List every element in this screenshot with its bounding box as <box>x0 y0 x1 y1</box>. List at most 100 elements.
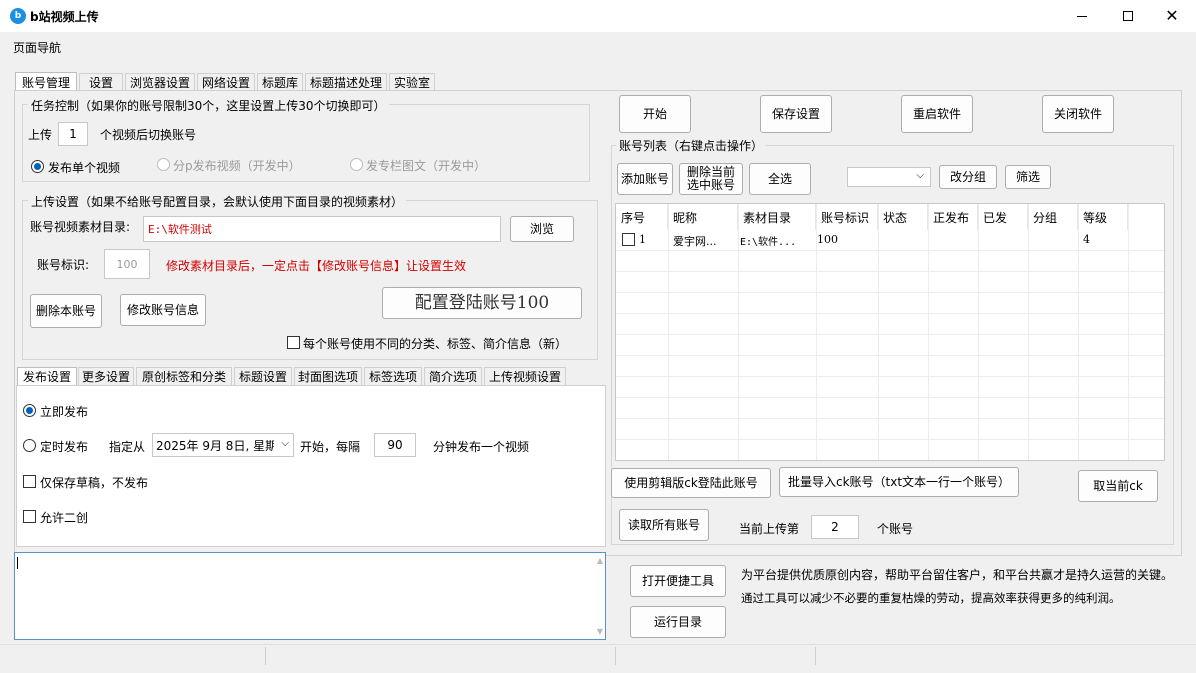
tab-lab[interactable]: 实验室 <box>389 73 435 91</box>
scroll-up-icon[interactable]: ▲ <box>597 556 603 565</box>
modify-account-button[interactable]: 修改账号信息 <box>120 294 206 326</box>
tab-cover-options[interactable]: 封面图选项 <box>294 367 362 385</box>
dir-input[interactable]: E:\软件测试 <box>143 216 501 242</box>
table-row[interactable]: 1 爱宇网... E:\软件... 100 4 <box>616 230 1164 251</box>
radio-single[interactable] <box>31 159 44 173</box>
publish-panel <box>16 385 606 547</box>
radio-column-label: 发专栏图文（开发中） <box>366 159 487 173</box>
per-account-label: 每个账号使用不同的分类、标签、简介信息（新） <box>303 337 568 351</box>
select-all-button[interactable]: 全选 <box>749 163 811 195</box>
batch-import-button[interactable]: 批量导入ck账号（txt文本一行一个账号） <box>779 467 1019 497</box>
col-group[interactable]: 分组 <box>1028 204 1078 230</box>
tab-more-settings[interactable]: 更多设置 <box>78 367 134 385</box>
log-textarea[interactable]: ▲ ▼ <box>14 552 606 640</box>
filter-button[interactable]: 筛选 <box>1005 165 1051 189</box>
tab-network-settings[interactable]: 网络设置 <box>197 73 255 91</box>
upload-count-input[interactable]: 1 <box>58 122 88 146</box>
draft-label: 仅保存草稿，不发布 <box>40 476 149 490</box>
ck-login-button[interactable]: 使用剪辑版ck登陆此账号 <box>611 468 771 498</box>
table-row-empty <box>616 377 1164 398</box>
date-picker[interactable]: 2025年 9月 8日, 星期 ⌵ <box>152 433 294 457</box>
minimize-icon[interactable] <box>1070 6 1094 26</box>
id-label: 账号标识: <box>37 258 90 272</box>
save-settings-button[interactable]: 保存设置 <box>760 95 832 133</box>
close-software-button[interactable]: 关闭软件 <box>1042 95 1114 133</box>
table-row-empty <box>616 440 1164 460</box>
tab-browser-settings[interactable]: 浏览器设置 <box>125 73 195 91</box>
col-status[interactable]: 状态 <box>878 204 928 230</box>
tab-title-settings[interactable]: 标题设置 <box>234 367 292 385</box>
tab-title-desc[interactable]: 标题描述处理 <box>305 73 387 91</box>
col-pub[interactable]: 正发布 <box>928 204 978 230</box>
tab-original-tags[interactable]: 原创标签和分类 <box>136 367 232 385</box>
dir-label: 账号视频素材目录: <box>30 220 131 234</box>
date-value: 2025年 9月 8日, 星期 <box>156 438 274 453</box>
table-row-empty <box>616 272 1164 293</box>
start-button[interactable]: 开始 <box>619 95 691 133</box>
interval-input[interactable]: 90 <box>374 433 416 457</box>
radio-column[interactable] <box>350 157 363 171</box>
read-all-button[interactable]: 读取所有账号 <box>619 509 709 541</box>
cell-nick: 爱宇网... <box>673 235 717 248</box>
tab-upload-video-settings[interactable]: 上传视频设置 <box>484 367 566 385</box>
close-icon[interactable]: ✕ <box>1160 4 1184 26</box>
browse-button[interactable]: 浏览 <box>510 216 574 242</box>
per-account-checkbox[interactable] <box>287 335 300 349</box>
radio-single-label: 发布单个视频 <box>48 161 121 175</box>
tab-publish-settings[interactable]: 发布设置 <box>17 367 77 385</box>
info-line-2: 通过工具可以减少不必要的重复枯燥的劳动，提高效率获得更多的纯利润。 <box>741 591 1121 605</box>
table-row-empty <box>616 314 1164 335</box>
tab-tag-options[interactable]: 标签选项 <box>364 367 422 385</box>
cell-level: 4 <box>1083 233 1090 246</box>
cell-id: 100 <box>817 233 838 246</box>
tab-account-management[interactable]: 账号管理 <box>15 72 77 92</box>
upload-prefix: 上传 <box>28 128 53 142</box>
radio-multi[interactable] <box>157 157 170 171</box>
col-no[interactable]: 序号 <box>616 204 668 230</box>
col-done[interactable]: 已发 <box>978 204 1028 230</box>
col-id[interactable]: 账号标识 <box>816 204 878 230</box>
radio-now-label: 立即发布 <box>40 405 89 419</box>
status-divider <box>265 647 266 665</box>
radio-now[interactable] <box>23 403 36 417</box>
delete-account-button[interactable]: 删除本账号 <box>30 294 102 328</box>
radio-multi-label: 分p发布视频（开发中） <box>173 159 301 173</box>
col-nick[interactable]: 昵称 <box>668 204 738 230</box>
col-level[interactable]: 等级 <box>1078 204 1128 230</box>
chevron-down-icon[interactable]: ⌵ <box>916 170 924 181</box>
scroll-down-icon[interactable]: ▼ <box>597 627 603 636</box>
add-account-button[interactable]: 添加账号 <box>617 163 673 195</box>
chevron-down-icon[interactable]: ⌵ <box>281 438 289 449</box>
tab-title-library[interactable]: 标题库 <box>257 73 303 91</box>
tab-settings[interactable]: 设置 <box>79 73 123 91</box>
col-extra <box>1128 204 1164 230</box>
radio-timed[interactable] <box>23 438 36 452</box>
info-line-1: 为平台提供优质原创内容，帮助平台留住客户，和平台共赢才是持久运营的关键。 <box>741 568 1174 582</box>
change-group-button[interactable]: 改分组 <box>939 165 997 189</box>
task-control-label: 任务控制（如果你的账号限制30个，这里设置上传30个切换即可） <box>28 97 389 114</box>
allow-checkbox[interactable] <box>23 509 36 523</box>
status-divider <box>815 647 816 665</box>
account-table[interactable]: 序号 昵称 素材目录 账号标识 状态 正发布 已发 分组 等级 1 爱宇网...… <box>615 203 1165 461</box>
restart-button[interactable]: 重启软件 <box>901 95 973 133</box>
cancel-ck-button[interactable]: 取当前ck <box>1078 470 1158 502</box>
table-row-empty <box>616 335 1164 356</box>
current-account-input[interactable]: 2 <box>811 515 859 539</box>
row-checkbox[interactable] <box>622 232 635 246</box>
open-tools-button[interactable]: 打开便捷工具 <box>630 565 726 597</box>
upload-settings-label: 上传设置（如果不给账号配置目录，会默认使用下面目录的视频素材） <box>28 193 407 210</box>
col-dir[interactable]: 素材目录 <box>738 204 816 230</box>
radio-timed-label: 定时发布 <box>40 440 89 454</box>
tab-desc-options[interactable]: 简介选项 <box>424 367 482 385</box>
menu-page-nav[interactable]: 页面导航 <box>13 39 61 56</box>
delete-selected-button[interactable]: 删除当前选中账号 <box>679 163 743 195</box>
run-dir-button[interactable]: 运行目录 <box>630 606 726 638</box>
group-select[interactable]: ⌵ <box>847 167 931 187</box>
text-cursor <box>17 557 18 569</box>
draft-checkbox[interactable] <box>23 474 36 488</box>
maximize-icon[interactable] <box>1116 6 1140 26</box>
config-login-button[interactable]: 配置登陆账号100 <box>382 287 582 319</box>
warn-text: 修改素材目录后，一定点击【修改账号信息】让设置生效 <box>166 259 467 273</box>
table-row-empty <box>616 398 1164 419</box>
id-input[interactable]: 100 <box>104 249 150 279</box>
